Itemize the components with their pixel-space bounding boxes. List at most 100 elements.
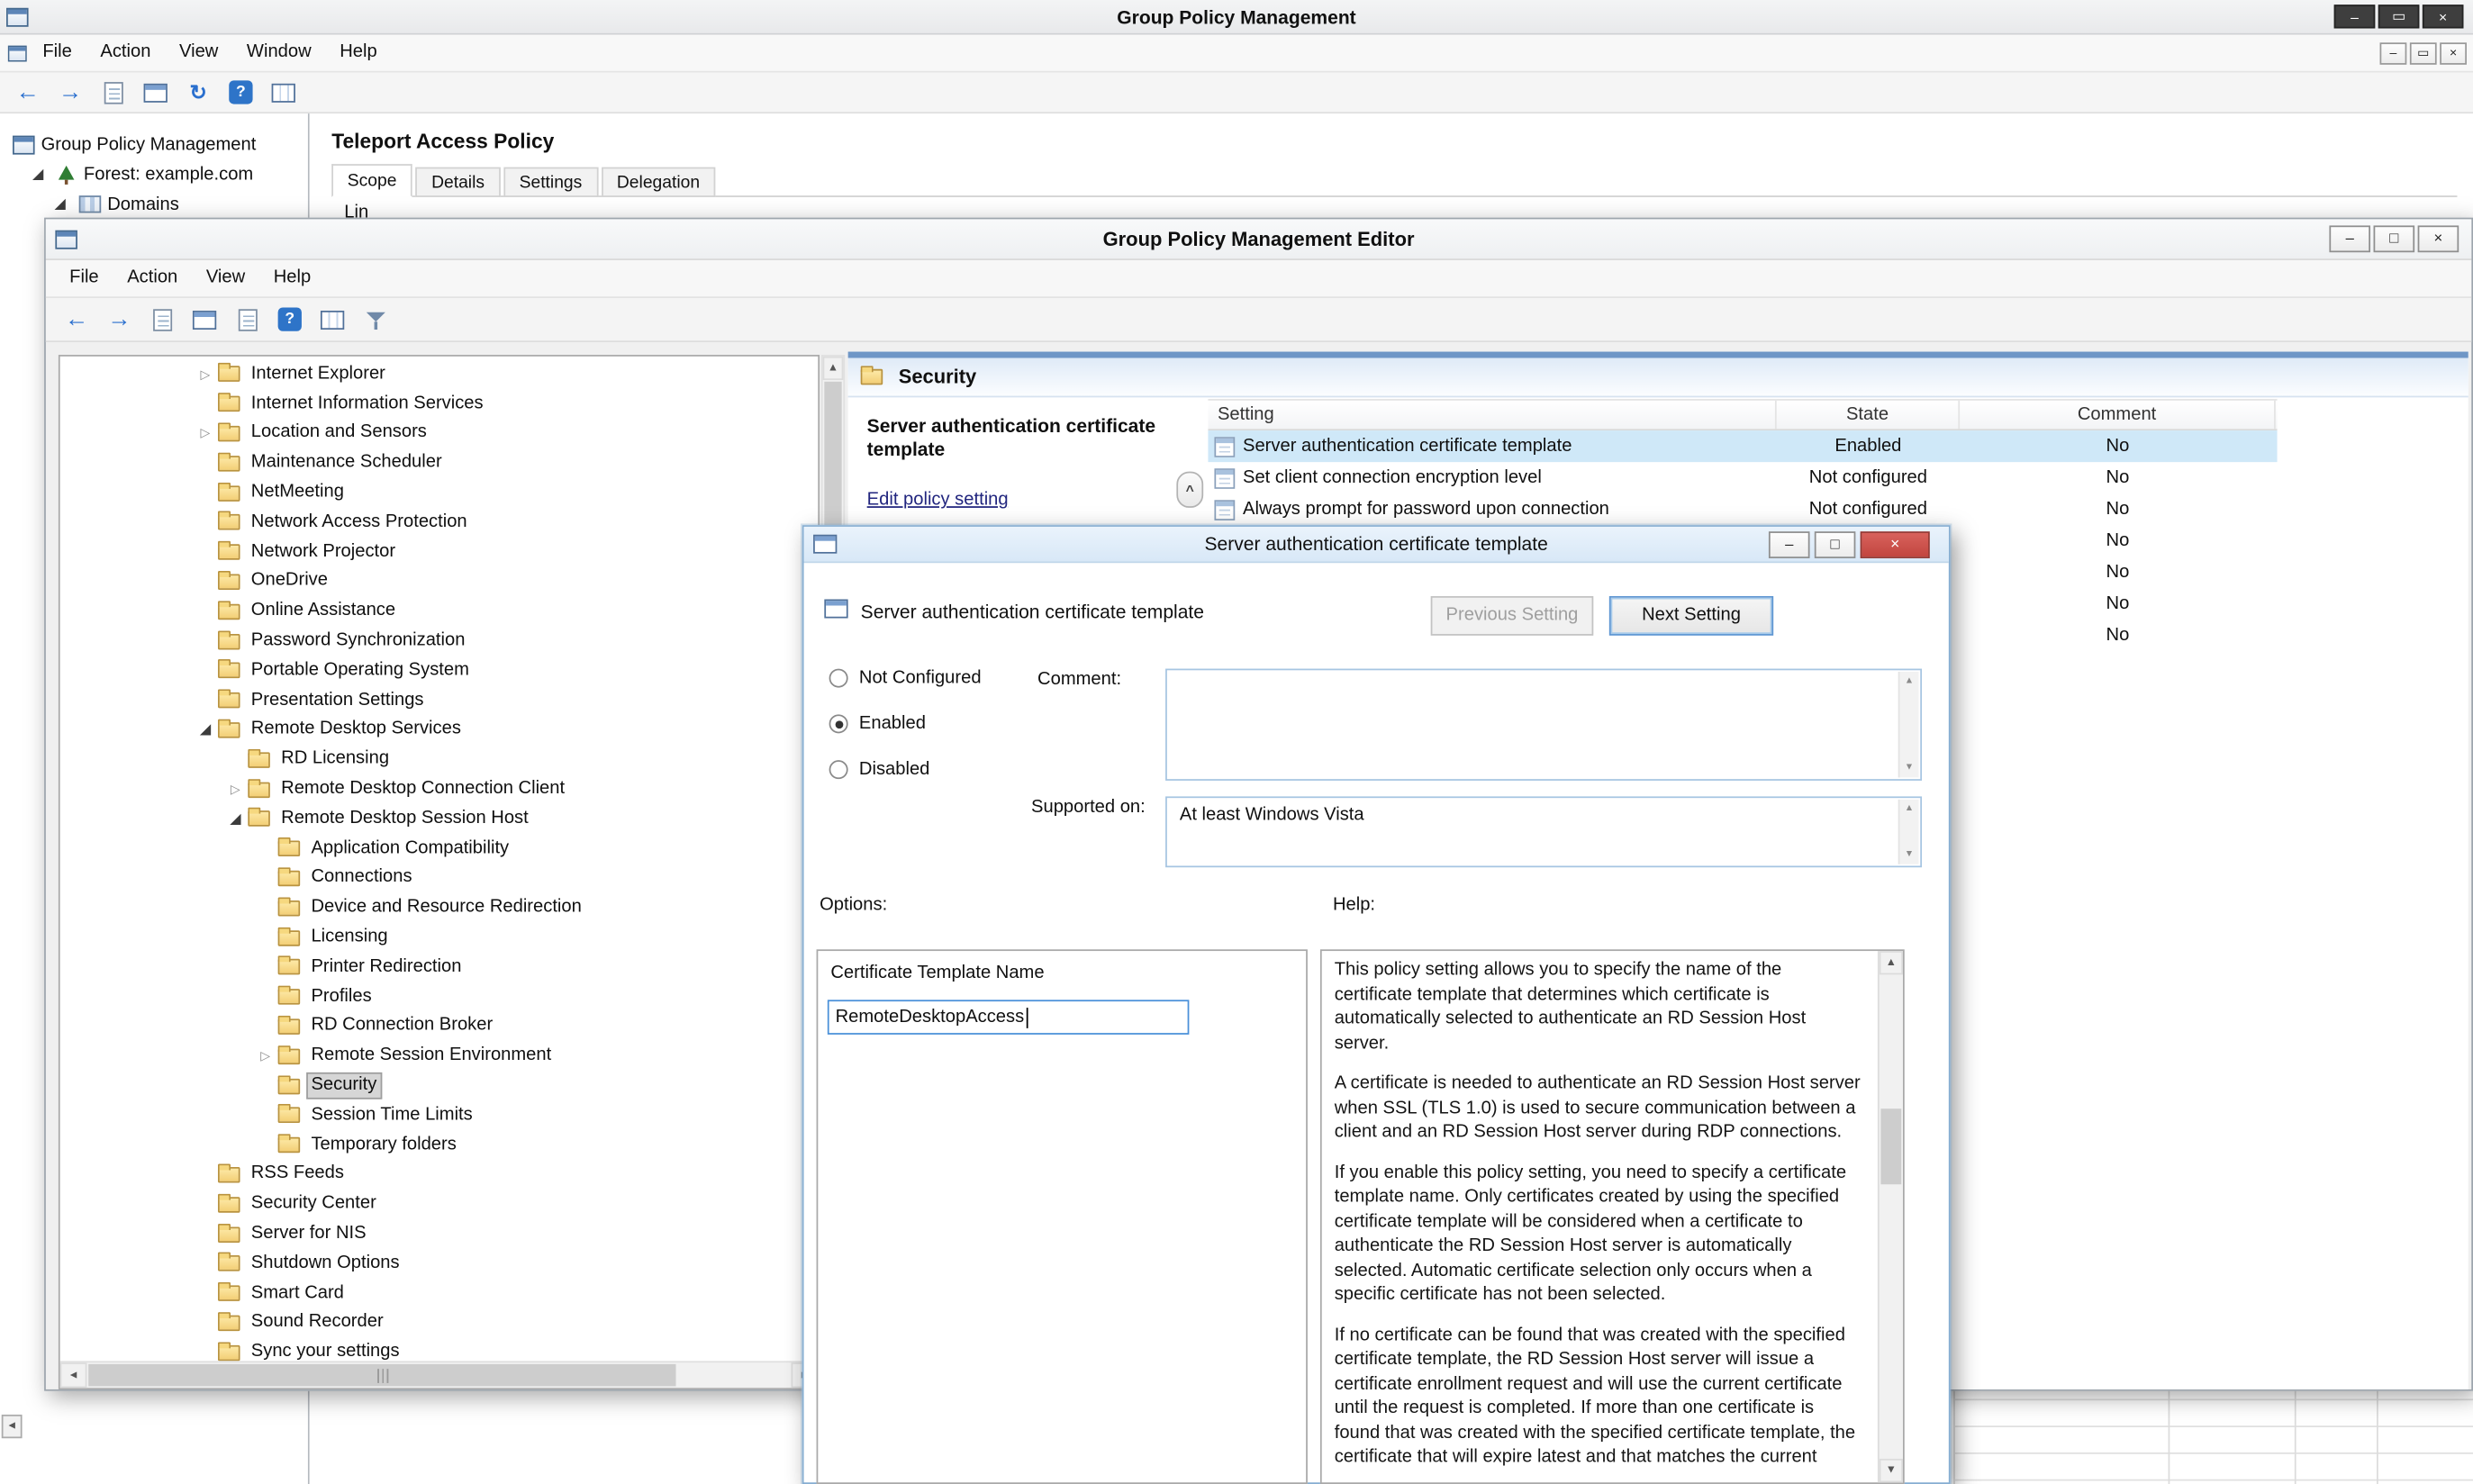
tree-item-portable-operating-system[interactable]: Portable Operating System bbox=[60, 656, 819, 685]
tree-item-device-and-resource-redirection[interactable]: Device and Resource Redirection bbox=[60, 893, 819, 923]
radio-disabled[interactable]: Disabled bbox=[829, 757, 930, 783]
tree-item-domains[interactable]: ◢ Domains bbox=[4, 189, 305, 219]
help-scrollbar[interactable]: ▲ ▼ bbox=[1878, 951, 1903, 1482]
editor-menu-view[interactable]: View bbox=[192, 260, 259, 296]
editor-filter-button[interactable] bbox=[356, 302, 395, 337]
collapse-chevron-button[interactable]: ^ bbox=[1176, 472, 1203, 508]
tree-item-security-center[interactable]: Security Center bbox=[60, 1190, 819, 1219]
show-console-tree-button[interactable] bbox=[93, 75, 132, 110]
tree-item-forest[interactable]: ◢ Forest: example.com bbox=[4, 159, 305, 189]
column-header-comment[interactable]: Comment bbox=[1960, 401, 2276, 430]
dialog-close-button[interactable]: × bbox=[1861, 531, 1930, 558]
scroll-down-button[interactable]: ▼ bbox=[1880, 1459, 1903, 1482]
editor-export-list-button[interactable] bbox=[228, 302, 267, 337]
editor-forward-button[interactable]: → bbox=[99, 302, 139, 337]
tree-item-rd-connection-broker[interactable]: RD Connection Broker bbox=[60, 1012, 819, 1042]
expander-expanded-icon[interactable]: ◢ bbox=[48, 195, 73, 213]
scroll-down-icon[interactable]: ▼ bbox=[1899, 846, 1918, 864]
menu-window[interactable]: Window bbox=[232, 35, 325, 71]
radio-not-configured[interactable]: Not Configured bbox=[829, 665, 982, 691]
tree-item-rd-licensing[interactable]: RD Licensing bbox=[60, 745, 819, 774]
tree-item-network-access-protection[interactable]: Network Access Protection bbox=[60, 508, 819, 538]
titlebar[interactable]: Group Policy Management – ▭ × bbox=[0, 0, 2473, 35]
tree-item-rss-feeds[interactable]: RSS Feeds bbox=[60, 1160, 819, 1190]
tree-item-licensing[interactable]: Licensing bbox=[60, 923, 819, 953]
comment-scrollbar[interactable]: ▲ ▼ bbox=[1898, 672, 1919, 777]
radio-enabled[interactable]: Enabled bbox=[829, 711, 926, 737]
tree-item-remote-desktop-services[interactable]: ◢Remote Desktop Services bbox=[60, 715, 819, 745]
column-header-setting[interactable]: Setting bbox=[1208, 401, 1776, 430]
settings-row[interactable]: Always prompt for password upon connecti… bbox=[1208, 493, 2277, 525]
tree-item-remote-session-environment[interactable]: ▷Remote Session Environment bbox=[60, 1041, 819, 1071]
mdi-close-button[interactable]: × bbox=[2440, 41, 2467, 64]
tree-item-sync-your-settings[interactable]: Sync your settings bbox=[60, 1338, 819, 1362]
scrollbar-thumb[interactable] bbox=[88, 1364, 675, 1387]
editor-menu-action[interactable]: Action bbox=[113, 260, 192, 296]
tree-item-application-compatibility[interactable]: Application Compatibility bbox=[60, 834, 819, 864]
column-header-state[interactable]: State bbox=[1777, 401, 1960, 430]
expander-collapsed-icon[interactable]: ▷ bbox=[193, 427, 218, 441]
menu-action[interactable]: Action bbox=[86, 35, 166, 71]
refresh-button[interactable]: ↻ bbox=[178, 75, 218, 110]
expander-expanded-icon[interactable]: ◢ bbox=[25, 166, 50, 183]
tree-horizontal-scrollbar[interactable]: ◄ ► bbox=[60, 1361, 819, 1388]
mdi-minimize-button[interactable]: – bbox=[2380, 41, 2407, 64]
settings-row[interactable]: Set client connection encryption levelNo… bbox=[1208, 462, 2277, 493]
supported-scrollbar[interactable]: ▲ ▼ bbox=[1898, 800, 1919, 864]
editor-menu-file[interactable]: File bbox=[55, 260, 113, 296]
radio-button[interactable] bbox=[829, 760, 848, 779]
tree-item-online-assistance[interactable]: Online Assistance bbox=[60, 597, 819, 627]
editor-titlebar[interactable]: Group Policy Management Editor – □ × bbox=[46, 219, 2471, 260]
tree-item-remote-desktop-connection-client[interactable]: ▷Remote Desktop Connection Client bbox=[60, 774, 819, 804]
next-setting-button[interactable]: Next Setting bbox=[1609, 596, 1773, 636]
editor-back-button[interactable]: ← bbox=[57, 302, 96, 337]
editor-extended-view-button[interactable] bbox=[313, 302, 352, 337]
properties-button[interactable] bbox=[136, 75, 176, 110]
previous-setting-button[interactable]: Previous Setting bbox=[1431, 596, 1594, 636]
editor-properties-button[interactable] bbox=[185, 302, 224, 337]
dialog-maximize-button[interactable]: □ bbox=[1815, 531, 1856, 558]
tree-item-connections[interactable]: Connections bbox=[60, 864, 819, 893]
tree-item-printer-redirection[interactable]: Printer Redirection bbox=[60, 953, 819, 982]
scroll-down-icon[interactable]: ▼ bbox=[1899, 758, 1918, 777]
dialog-titlebar[interactable]: Server authentication certificate templa… bbox=[804, 527, 1949, 563]
settings-row[interactable]: Server authentication certificate templa… bbox=[1208, 430, 2277, 462]
dialog-minimize-button[interactable]: – bbox=[1769, 531, 1810, 558]
tree-item-netmeeting[interactable]: NetMeeting bbox=[60, 478, 819, 508]
export-list-button[interactable] bbox=[264, 75, 303, 110]
editor-show-console-tree-button[interactable] bbox=[142, 302, 182, 337]
tree-item-temporary-folders[interactable]: Temporary folders bbox=[60, 1130, 819, 1160]
expander-expanded-icon[interactable]: ◢ bbox=[193, 721, 218, 738]
certificate-template-name-input[interactable]: RemoteDesktopAccess bbox=[828, 1000, 1190, 1035]
tree-item-smart-card[interactable]: Smart Card bbox=[60, 1279, 819, 1308]
tree-item-location-and-sensors[interactable]: ▷Location and Sensors bbox=[60, 419, 819, 448]
menu-view[interactable]: View bbox=[165, 35, 232, 71]
tree-item-session-time-limits[interactable]: Session Time Limits bbox=[60, 1100, 819, 1130]
tree-item-password-synchronization[interactable]: Password Synchronization bbox=[60, 627, 819, 656]
expander-collapsed-icon[interactable]: ▷ bbox=[253, 1049, 278, 1063]
tab-details[interactable]: Details bbox=[416, 167, 501, 197]
tree-item-group-policy-management[interactable]: Group Policy Management bbox=[4, 130, 305, 159]
edit-policy-setting-link[interactable]: Edit policy setting bbox=[867, 491, 1009, 510]
help-button[interactable]: ? bbox=[221, 75, 260, 110]
tree-item-onedrive[interactable]: OneDrive bbox=[60, 567, 819, 597]
editor-help-button[interactable]: ? bbox=[270, 302, 310, 337]
tree-item-server-for-nis[interactable]: Server for NIS bbox=[60, 1219, 819, 1249]
scroll-up-button[interactable]: ▲ bbox=[1880, 951, 1903, 974]
back-button[interactable]: ← bbox=[8, 75, 48, 110]
scroll-up-icon[interactable]: ▲ bbox=[1899, 672, 1918, 691]
expander-expanded-icon[interactable]: ◢ bbox=[222, 810, 248, 828]
tree-item-internet-information-services[interactable]: Internet Information Services bbox=[60, 389, 819, 419]
editor-menu-help[interactable]: Help bbox=[259, 260, 325, 296]
tree-item-profiles[interactable]: Profiles bbox=[60, 982, 819, 1012]
radio-button[interactable] bbox=[829, 669, 848, 688]
scroll-up-button[interactable]: ▲ bbox=[823, 357, 844, 380]
tree-item-network-projector[interactable]: Network Projector bbox=[60, 538, 819, 567]
tab-settings[interactable]: Settings bbox=[503, 167, 598, 197]
supported-on-box[interactable]: At least Windows Vista ▲ ▼ bbox=[1165, 796, 1922, 867]
expander-collapsed-icon[interactable]: ▷ bbox=[222, 783, 248, 797]
tree-item-presentation-settings[interactable]: Presentation Settings bbox=[60, 685, 819, 715]
tree-item-internet-explorer[interactable]: ▷Internet Explorer bbox=[60, 359, 819, 389]
mdi-restore-button[interactable]: ▭ bbox=[2410, 41, 2437, 64]
tab-delegation[interactable]: Delegation bbox=[601, 167, 715, 197]
